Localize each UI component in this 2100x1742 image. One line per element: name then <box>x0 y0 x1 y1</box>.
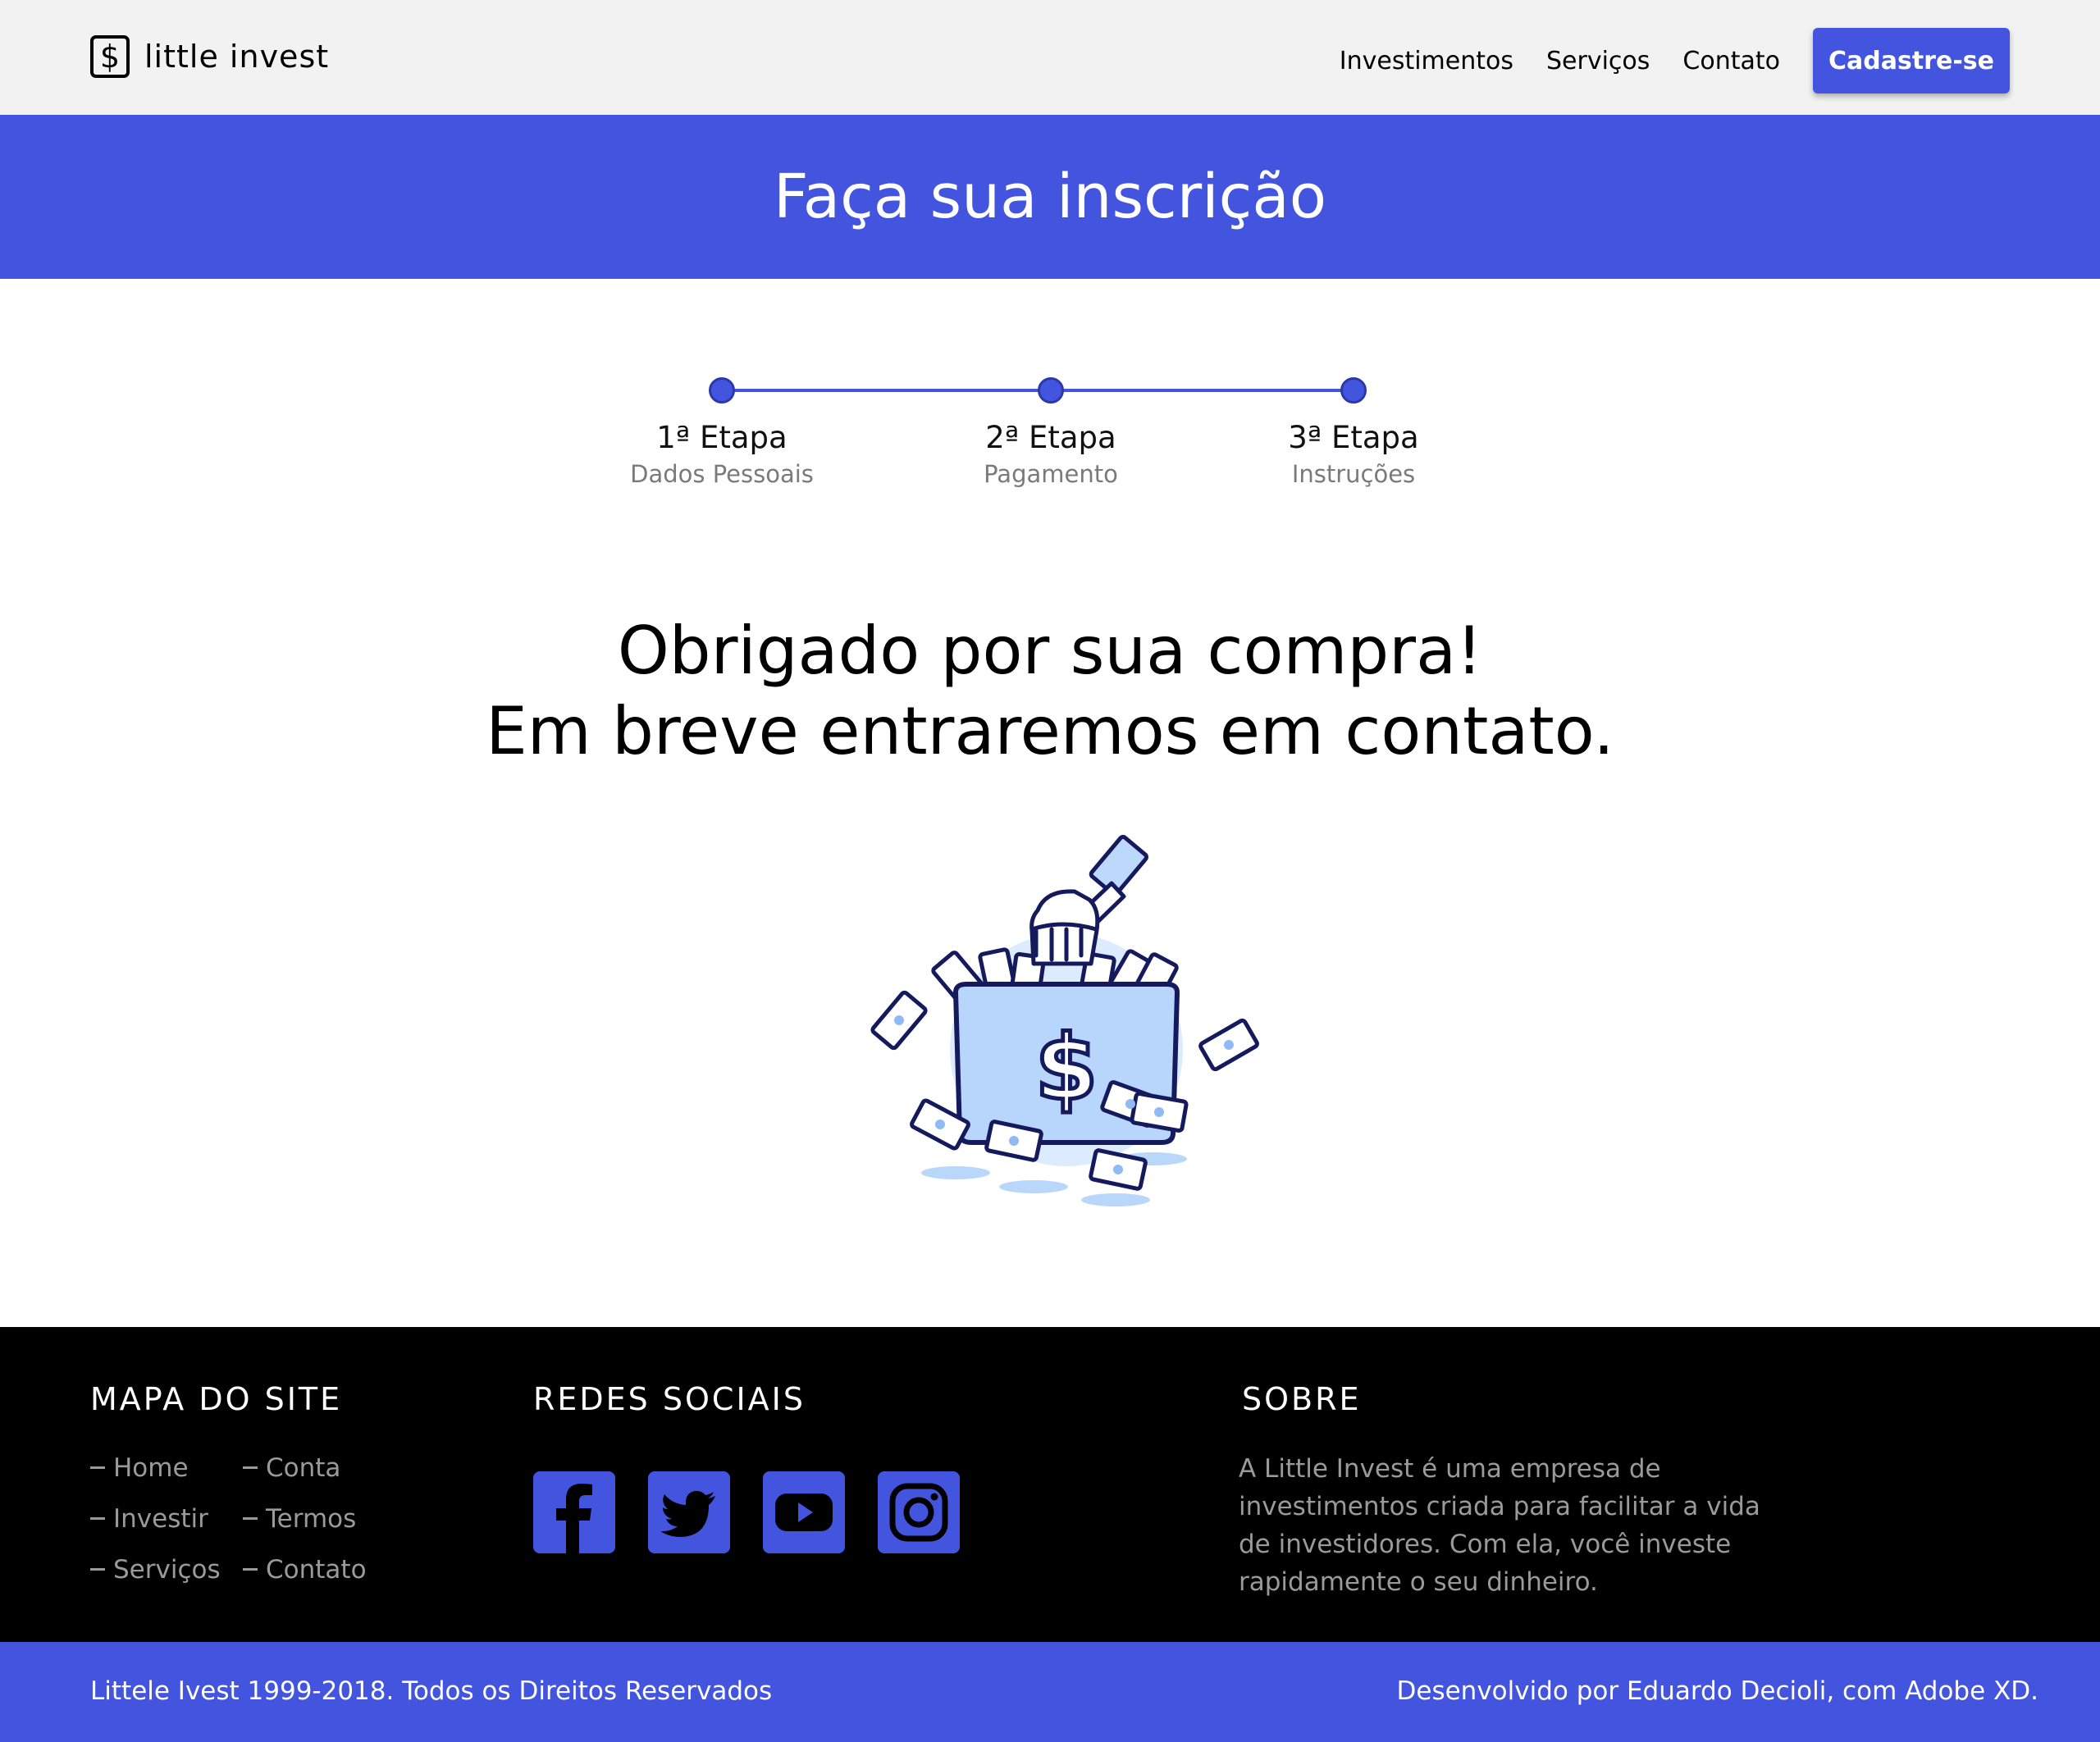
dollar-icon: $ <box>90 35 130 78</box>
dash-icon <box>90 1466 105 1469</box>
step-title: 1ª Etapa <box>656 420 788 455</box>
footer-link-servicos[interactable]: Serviços <box>90 1555 221 1585</box>
step-2: 2ª Etapa Pagamento <box>928 420 1174 488</box>
logo-text: little invest <box>144 39 330 75</box>
dash-icon <box>243 1517 258 1520</box>
message-line-1: Obrigado por sua compra! <box>617 613 1483 689</box>
step-3-dot <box>1340 377 1367 404</box>
step-subtitle: Instruções <box>1291 460 1416 488</box>
signup-button[interactable]: Cadastre-se <box>1813 28 2010 93</box>
dash-icon <box>90 1568 105 1571</box>
copyright-text: Littele Ivest 1999-2018. Todos os Direit… <box>90 1676 773 1706</box>
footer-link-label: Termos <box>266 1504 357 1534</box>
progress-stepper: 1ª Etapa Dados Pessoais 2ª Etapa Pagamen… <box>0 369 2100 517</box>
page-banner: Faça sua inscrição <box>0 115 2100 279</box>
footer-link-investir[interactable]: Investir <box>90 1504 208 1534</box>
footer-link-home[interactable]: Home <box>90 1453 189 1483</box>
footer-link-termos[interactable]: Termos <box>243 1504 356 1534</box>
social-heading: REDES SOCIAIS <box>533 1381 806 1417</box>
footer-link-label: Investir <box>113 1504 208 1534</box>
step-connector <box>722 389 1051 392</box>
step-connector <box>1051 389 1354 392</box>
step-subtitle: Dados Pessoais <box>630 460 814 488</box>
nav-servicos[interactable]: Serviços <box>1546 47 1650 75</box>
footer-link-conta[interactable]: Conta <box>243 1453 340 1483</box>
bottom-bar: Littele Ivest 1999-2018. Todos os Direit… <box>0 1642 2100 1742</box>
footer-link-label: Home <box>113 1453 189 1483</box>
dash-icon <box>243 1568 258 1571</box>
site-footer: MAPA DO SITE Home Investir Serviços Cont… <box>0 1327 2100 1642</box>
footer-link-label: Conta <box>266 1453 341 1483</box>
step-title: 2ª Etapa <box>985 420 1116 455</box>
step-3: 3ª Etapa Instruções <box>1230 420 1477 488</box>
youtube-icon[interactable] <box>763 1471 845 1553</box>
twitter-icon[interactable] <box>648 1471 730 1553</box>
logo[interactable]: $ little invest <box>90 35 329 78</box>
about-heading: SOBRE <box>1242 1381 1362 1417</box>
step-title: 3ª Etapa <box>1288 420 1419 455</box>
dash-icon <box>243 1466 258 1469</box>
top-header: $ little invest Investimentos Serviços C… <box>0 0 2100 115</box>
nav-investimentos[interactable]: Investimentos <box>1340 47 1513 75</box>
about-text: A Little Invest é uma empresa de investi… <box>1239 1454 1760 1597</box>
step-1-dot <box>709 377 735 404</box>
facebook-icon[interactable] <box>533 1471 615 1553</box>
page-title: Faça sua inscrição <box>774 162 1326 232</box>
footer-link-contato[interactable]: Contato <box>243 1555 367 1585</box>
footer-link-label: Contato <box>266 1555 367 1585</box>
footer-link-label: Serviços <box>113 1555 221 1585</box>
dash-icon <box>90 1517 105 1520</box>
money-bag-illustration: $ <box>870 832 1263 1210</box>
nav-contato[interactable]: Contato <box>1682 47 1780 75</box>
message-line-2: Em breve entraremos em contato. <box>486 693 1614 769</box>
svg-text:$: $ <box>1035 1015 1098 1120</box>
credit-text: Desenvolvido por Eduardo Decioli, com Ad… <box>1396 1676 2038 1706</box>
step-1: 1ª Etapa Dados Pessoais <box>599 420 845 488</box>
instagram-icon[interactable] <box>878 1471 960 1553</box>
step-2-dot <box>1038 377 1064 404</box>
main-nav: Investimentos Serviços Contato Cadastre-… <box>1307 28 2010 93</box>
step-subtitle: Pagamento <box>984 460 1118 488</box>
confirmation-message: Obrigado por sua compra! Em breve entrar… <box>0 611 2100 772</box>
sitemap-heading: MAPA DO SITE <box>90 1381 343 1417</box>
